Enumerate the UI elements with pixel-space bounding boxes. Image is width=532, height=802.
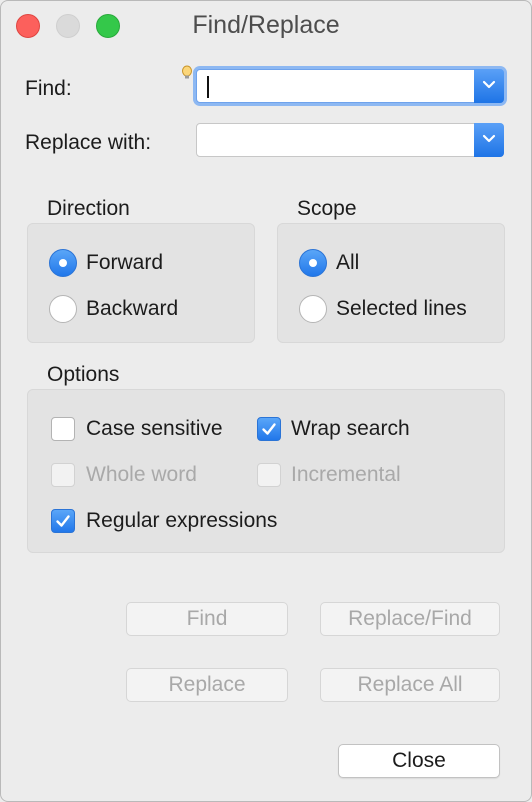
scope-selected-lines-label[interactable]: Selected lines (336, 297, 467, 321)
find-history-dropdown-button[interactable] (474, 69, 504, 103)
scope-selected-lines-radio[interactable] (299, 295, 327, 323)
direction-backward-label[interactable]: Backward (86, 297, 178, 321)
scope-group (277, 223, 505, 343)
replace-with-label: Replace with: (25, 131, 152, 154)
lightbulb-icon (181, 65, 193, 86)
scope-title: Scope (297, 197, 357, 220)
scope-all-label[interactable]: All (336, 251, 359, 275)
direction-group (27, 223, 255, 343)
whole-word-label: Whole word (86, 463, 197, 486)
close-button[interactable]: Close (338, 744, 500, 778)
replace-all-button[interactable]: Replace All (320, 668, 500, 702)
replace-combobox[interactable] (196, 123, 504, 157)
title-bar: Find/Replace (1, 1, 531, 51)
case-sensitive-checkbox[interactable] (51, 417, 75, 441)
find-combobox[interactable] (196, 69, 504, 103)
chevron-down-icon (482, 134, 496, 143)
window-title: Find/Replace (192, 11, 340, 39)
regular-expressions-checkbox[interactable] (51, 509, 75, 533)
find-input[interactable] (201, 72, 469, 100)
wrap-search-checkbox[interactable] (257, 417, 281, 441)
whole-word-checkbox (51, 463, 75, 487)
direction-backward-radio[interactable] (49, 295, 77, 323)
chevron-down-icon (482, 80, 496, 89)
options-title: Options (47, 363, 120, 386)
replace-input[interactable] (201, 126, 469, 154)
find-replace-window: Find/Replace Find: Replace with: Directi… (0, 0, 532, 802)
replace-find-button[interactable]: Replace/Find (320, 602, 500, 636)
replace-button[interactable]: Replace (126, 668, 288, 702)
case-sensitive-label[interactable]: Case sensitive (86, 417, 223, 441)
checkmark-icon (262, 423, 276, 435)
wrap-search-label[interactable]: Wrap search (291, 417, 410, 441)
incremental-label: Incremental (291, 463, 401, 486)
find-label: Find: (25, 77, 72, 100)
checkmark-icon (56, 515, 70, 527)
regular-expressions-label[interactable]: Regular expressions (86, 509, 277, 533)
find-button[interactable]: Find (126, 602, 288, 636)
direction-title: Direction (47, 197, 130, 220)
replace-history-dropdown-button[interactable] (474, 123, 504, 157)
direction-forward-label[interactable]: Forward (86, 251, 163, 275)
incremental-checkbox (257, 463, 281, 487)
direction-forward-radio[interactable] (49, 249, 77, 277)
scope-all-radio[interactable] (299, 249, 327, 277)
